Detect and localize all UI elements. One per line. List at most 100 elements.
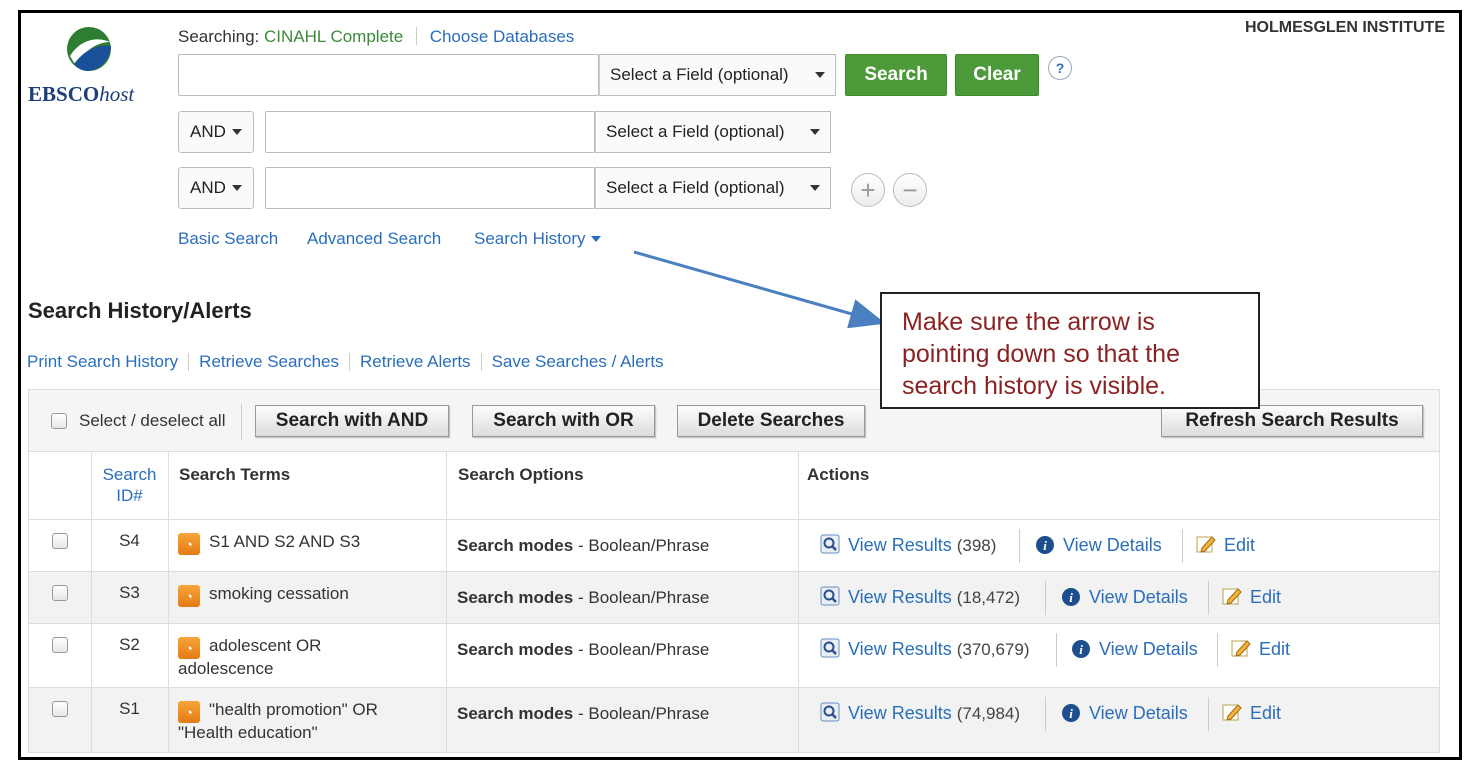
refresh-search-results-button[interactable]: Refresh Search Results bbox=[1161, 405, 1423, 437]
field-select-label: Select a Field (optional) bbox=[610, 65, 789, 84]
searching-info: Searching: CINAHL Complete Choose Databa… bbox=[178, 27, 574, 47]
search-history-link[interactable]: Search History bbox=[474, 229, 602, 249]
search-terms: S1 AND S2 AND S3 bbox=[209, 530, 439, 553]
field-select-label: Select a Field (optional) bbox=[606, 178, 785, 197]
chevron-down-icon bbox=[591, 236, 602, 242]
search-options: Search modes - Boolean/Phrase bbox=[457, 536, 709, 556]
search-options-label: Search modes bbox=[457, 640, 574, 659]
view-details-link[interactable]: View Details bbox=[1063, 535, 1162, 556]
select-all-label: Select / deselect all bbox=[79, 411, 226, 430]
search-terms-line1: S1 AND S2 AND S3 bbox=[209, 532, 361, 551]
view-results-link[interactable]: View Results (74,984) bbox=[848, 703, 1020, 724]
divider bbox=[1217, 633, 1218, 667]
search-id: S1 bbox=[119, 699, 140, 718]
column-header-search-id-line1: Search bbox=[102, 465, 157, 484]
search-input-2[interactable] bbox=[265, 111, 595, 153]
chevron-down-icon bbox=[815, 72, 825, 78]
divider bbox=[1045, 581, 1046, 615]
search-options: Search modes - Boolean/Phrase bbox=[457, 588, 709, 608]
search-options-value: - Boolean/Phrase bbox=[577, 704, 710, 723]
edit-icon bbox=[1231, 640, 1251, 657]
row-checkbox[interactable] bbox=[52, 585, 68, 601]
column-divider bbox=[798, 452, 799, 752]
print-search-history-link[interactable]: Print Search History bbox=[27, 352, 178, 372]
search-terms-line1: "health promotion" OR bbox=[209, 700, 378, 719]
search-with-or-button[interactable]: Search with OR bbox=[472, 405, 655, 437]
search-id: S3 bbox=[119, 583, 140, 602]
boolean-operator-select-2[interactable]: AND bbox=[178, 111, 254, 153]
divider bbox=[1182, 529, 1183, 563]
search-terms-line1: adolescent OR bbox=[209, 636, 322, 655]
search-options-label: Search modes bbox=[457, 536, 574, 555]
edit-icon bbox=[1196, 536, 1216, 553]
search-options-label: Search modes bbox=[457, 704, 574, 723]
search-input-1[interactable] bbox=[178, 54, 599, 96]
field-select-2[interactable]: Select a Field (optional) bbox=[595, 111, 831, 153]
row-checkbox[interactable] bbox=[52, 637, 68, 653]
divider bbox=[480, 353, 482, 371]
select-all-checkbox[interactable] bbox=[51, 413, 67, 429]
search-id: S2 bbox=[119, 635, 140, 654]
search-id: S4 bbox=[119, 531, 140, 550]
svg-text:i: i bbox=[1079, 642, 1083, 657]
history-links: Print Search History Retrieve Searches R… bbox=[27, 352, 664, 372]
save-searches-alerts-link[interactable]: Save Searches / Alerts bbox=[492, 352, 664, 372]
choose-databases-link[interactable]: Choose Databases bbox=[430, 27, 575, 46]
column-header-search-id[interactable]: Search ID# bbox=[91, 464, 168, 506]
edit-icon bbox=[1222, 588, 1242, 605]
divider bbox=[1208, 581, 1209, 615]
view-details-link[interactable]: View Details bbox=[1099, 639, 1198, 660]
row-checkbox[interactable] bbox=[52, 701, 68, 717]
boolean-operator-label: AND bbox=[190, 122, 226, 141]
column-header-search-terms: Search Terms bbox=[179, 465, 291, 484]
result-count: (398) bbox=[956, 536, 997, 555]
chevron-down-icon bbox=[810, 129, 820, 135]
view-details-link[interactable]: View Details bbox=[1089, 587, 1188, 608]
search-terms-line2: adolescence bbox=[178, 659, 274, 678]
rss-icon[interactable]: ◔ bbox=[178, 533, 200, 555]
remove-row-minus-icon[interactable]: − bbox=[893, 173, 927, 207]
add-row-plus-icon[interactable]: + bbox=[851, 173, 885, 207]
field-select-label: Select a Field (optional) bbox=[606, 122, 785, 141]
field-select-3[interactable]: Select a Field (optional) bbox=[595, 167, 831, 209]
search-button[interactable]: Search bbox=[845, 54, 947, 96]
search-history-panel: Select / deselect all Search with AND Se… bbox=[28, 389, 1440, 753]
rss-icon[interactable]: ◔ bbox=[178, 585, 200, 607]
column-header-actions: Actions bbox=[807, 465, 870, 484]
boolean-operator-select-3[interactable]: AND bbox=[178, 167, 254, 209]
field-select-1[interactable]: Select a Field (optional) bbox=[599, 54, 836, 96]
chevron-down-icon bbox=[231, 129, 242, 135]
clear-button[interactable]: Clear bbox=[955, 54, 1039, 96]
svg-text:i: i bbox=[1069, 706, 1073, 721]
search-terms: smoking cessation bbox=[209, 582, 439, 605]
svg-text:i: i bbox=[1043, 538, 1047, 553]
magnifier-icon bbox=[820, 586, 840, 606]
basic-search-link[interactable]: Basic Search bbox=[178, 229, 278, 249]
view-details-link[interactable]: View Details bbox=[1089, 703, 1188, 724]
retrieve-alerts-link[interactable]: Retrieve Alerts bbox=[360, 352, 471, 372]
edit-link[interactable]: Edit bbox=[1250, 703, 1281, 724]
retrieve-searches-link[interactable]: Retrieve Searches bbox=[199, 352, 339, 372]
view-results-link[interactable]: View Results (18,472) bbox=[848, 587, 1020, 608]
magnifier-icon bbox=[820, 702, 840, 722]
ebsco-logo-icon bbox=[67, 27, 111, 71]
help-icon[interactable]: ? bbox=[1048, 56, 1072, 80]
column-divider bbox=[446, 452, 447, 752]
view-results-link[interactable]: View Results (370,679) bbox=[848, 639, 1030, 660]
view-results-link[interactable]: View Results (398) bbox=[848, 535, 996, 556]
search-with-and-button[interactable]: Search with AND bbox=[255, 405, 449, 437]
result-count: (18,472) bbox=[956, 588, 1021, 607]
view-results-label: View Results bbox=[848, 703, 952, 723]
edit-link[interactable]: Edit bbox=[1250, 587, 1281, 608]
edit-link[interactable]: Edit bbox=[1259, 639, 1290, 660]
divider bbox=[415, 27, 417, 45]
callout-note: Make sure the arrow is pointing down so … bbox=[880, 292, 1260, 409]
row-checkbox[interactable] bbox=[52, 533, 68, 549]
magnifier-icon bbox=[820, 638, 840, 658]
column-divider bbox=[168, 452, 169, 752]
search-input-3[interactable] bbox=[265, 167, 595, 209]
advanced-search-link[interactable]: Advanced Search bbox=[307, 229, 441, 249]
delete-searches-button[interactable]: Delete Searches bbox=[677, 405, 865, 437]
magnifier-icon bbox=[820, 534, 840, 554]
edit-link[interactable]: Edit bbox=[1224, 535, 1255, 556]
